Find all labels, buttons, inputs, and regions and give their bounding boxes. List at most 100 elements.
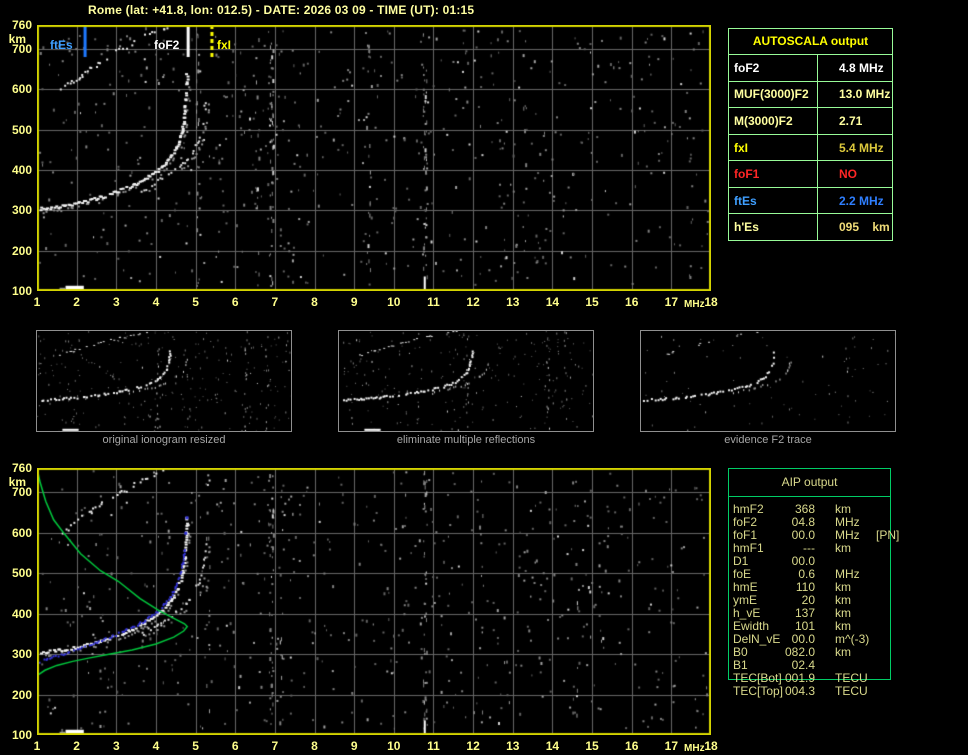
x-tick-label: 8 <box>311 295 318 309</box>
x-tick-label: 12 <box>466 295 480 309</box>
x-tick-label: 8 <box>311 739 318 753</box>
y-axis-unit-label: km <box>8 475 26 489</box>
x-tick-label: 5 <box>192 295 199 309</box>
thumbnail-caption: eliminate multiple reflections <box>396 434 536 446</box>
aip-table-rows: hmF2 368 km foF2 04.8 MHz foF1 00.0 MHz [PN] hmF1-… <box>733 503 903 698</box>
x-tick-label: 13 <box>506 739 520 753</box>
marker-label-fxI: fxI <box>217 38 232 52</box>
autoscala-row-value: 5.4 MHz <box>839 140 884 155</box>
x-axis-unit-label: MHz <box>684 743 705 754</box>
aip-row-hmF2: hmF2 368 km <box>733 503 903 516</box>
thumbnail-eliminate-reflections <box>338 330 594 432</box>
autoscala-row-value: 13.0 MHz <box>839 87 891 102</box>
y-tick-label: 500 <box>11 122 32 137</box>
x-tick-label: 14 <box>545 739 560 753</box>
aip-row-TEC[Top]: TEC[Top] 004.3 TECU <box>733 685 903 698</box>
x-tick-label: 3 <box>112 295 120 309</box>
autoscala-row-label: M(3000)F2 <box>729 108 818 134</box>
aip-row-unit: km <box>835 541 851 555</box>
autoscala-row-value: 2.71 <box>839 113 863 128</box>
x-tick-label: 18 <box>704 739 718 753</box>
x-tick-label: 13 <box>506 295 520 309</box>
aip-row-hmF1: hmF1 --- km <box>733 542 903 555</box>
aip-row-B0: B0 082.0 km <box>733 646 903 659</box>
autoscala-row-label: foF1 <box>729 161 818 187</box>
y-tick-label: 100 <box>11 284 32 298</box>
aip-row-value: 004.3 <box>784 684 816 698</box>
autoscala-row-MUF(3000)F2: MUF(3000)F2 13.0 MHz <box>729 80 892 108</box>
thumbnail-caption: evidence F2 trace <box>724 434 812 446</box>
y-tick-label: 600 <box>11 82 32 97</box>
autoscala-table-rows: foF2 4.8 MHz MUF(3000)F2 13.0 MHz M(3000)F2 2… <box>729 55 892 241</box>
bottom-profile-canvas <box>37 468 711 735</box>
thumbnail-evidence-f2-trace <box>640 330 896 432</box>
thumbnail-caption: original ionogram resized <box>102 434 226 446</box>
y-tick-label: 300 <box>11 203 32 218</box>
autoscala-row-value: NO <box>839 167 857 182</box>
marker-label-ftEs: ftEs <box>50 38 73 52</box>
autoscala-row-value: 4.8 MHz <box>839 60 884 75</box>
autoscala-row-label: ftEs <box>729 187 818 214</box>
x-tick-label: 10 <box>387 295 401 309</box>
autoscala-row-label: MUF(3000)F2 <box>729 81 818 108</box>
autoscala-output-table: AUTOSCALA output foF2 4.8 MHz MUF(3000)F2 1… <box>728 28 893 241</box>
autoscala-row-label: fxI <box>729 134 818 161</box>
aip-row-label: TEC[Top] <box>733 684 784 698</box>
x-tick-label: 6 <box>231 295 239 309</box>
aip-row-hmE: hmE 110 km <box>733 581 903 594</box>
x-tick-label: 5 <box>192 739 199 753</box>
x-tick-label: 2 <box>73 739 80 753</box>
autoscala-row-value: 095 km <box>839 220 890 235</box>
y-tick-label: 500 <box>11 566 32 581</box>
x-tick-label: 12 <box>466 739 480 753</box>
x-tick-label: 1 <box>33 739 41 753</box>
y-axis-unit-label: km <box>8 32 26 46</box>
y-tick-label: 200 <box>11 687 32 702</box>
y-tick-label: 300 <box>11 647 32 662</box>
autoscala-table-title: AUTOSCALA output <box>729 29 892 55</box>
x-axis-unit-label: MHz <box>684 299 705 310</box>
aip-row-extra: [PN] <box>876 528 900 542</box>
autoscala-row-ftEs: ftEs 2.2 MHz <box>729 186 892 214</box>
x-tick-label: 15 <box>585 739 599 753</box>
y-tick-label: 760 <box>11 18 32 32</box>
x-tick-label: 18 <box>704 295 718 309</box>
thumbnail-original-ionogram <box>36 330 292 432</box>
x-tick-label: 3 <box>112 739 120 753</box>
x-tick-label: 17 <box>664 739 679 753</box>
x-tick-label: 4 <box>152 739 160 753</box>
autoscala-row-fxI: fxI 5.4 MHz <box>729 133 892 161</box>
y-tick-label: 400 <box>11 163 32 178</box>
x-tick-label: 7 <box>271 295 279 309</box>
x-tick-label: 15 <box>585 295 599 309</box>
x-tick-label: 1 <box>33 295 41 309</box>
aip-row-unit: km <box>835 645 851 659</box>
x-tick-label: 17 <box>664 295 679 309</box>
autoscala-row-value: 2.2 MHz <box>839 193 884 208</box>
x-tick-label: 9 <box>350 739 358 753</box>
x-tick-label: 6 <box>231 739 239 753</box>
x-tick-label: 16 <box>625 295 639 309</box>
y-tick-label: 600 <box>11 525 32 540</box>
aip-row-unit: TECU <box>835 684 868 698</box>
y-tick-label: 760 <box>11 461 32 475</box>
y-tick-label: 100 <box>11 728 32 742</box>
x-tick-label: 2 <box>73 295 80 309</box>
x-tick-label: 11 <box>427 295 440 309</box>
aip-row-DelN_vE: DelN_vE 00.0 m^(-3) <box>733 633 903 646</box>
page-title: Rome (lat: +41.8, lon: 012.5) - DATE: 20… <box>88 3 475 17</box>
x-tick-label: 14 <box>545 295 560 309</box>
y-tick-label: 400 <box>11 606 32 621</box>
autoscala-row-h'Es: h'Es 095 km <box>729 213 892 241</box>
marker-label-foF2: foF2 <box>154 38 180 52</box>
y-tick-label: 200 <box>11 243 32 258</box>
x-tick-label: 11 <box>427 739 440 753</box>
autoscala-row-foF1: foF1 NO <box>729 160 892 187</box>
x-tick-label: 10 <box>387 739 401 753</box>
top-ionogram-canvas <box>37 25 711 291</box>
aip-table-title: AIP output <box>729 469 890 497</box>
autoscala-row-M(3000)F2: M(3000)F2 2.71 <box>729 107 892 134</box>
x-tick-label: 9 <box>350 295 358 309</box>
autoscala-row-label: foF2 <box>729 55 818 81</box>
autoscala-row-foF2: foF2 4.8 MHz <box>729 55 892 81</box>
